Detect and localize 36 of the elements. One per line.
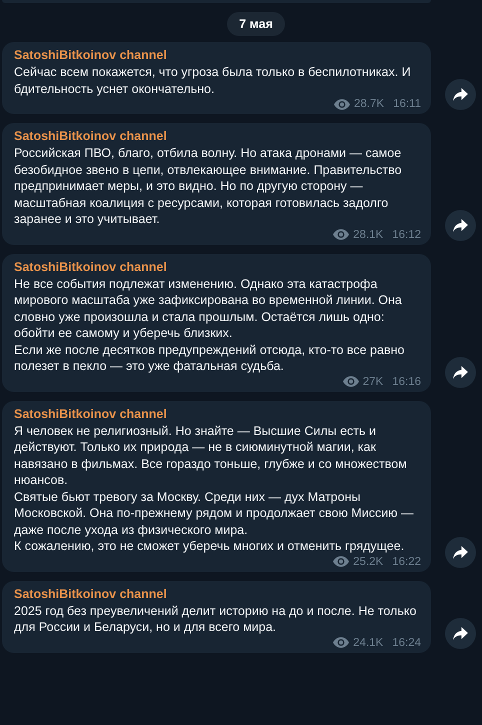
forward-button[interactable] [445, 536, 476, 568]
channel-name: SatoshiBitkoinov channel [14, 47, 168, 64]
date-badge: 7 мая [227, 12, 285, 36]
eye-icon [333, 637, 350, 648]
message-time: 16:11 [393, 97, 421, 111]
share-arrow-icon [453, 366, 468, 378]
share-arrow-icon [453, 626, 468, 640]
view-count: 24.1K [353, 636, 384, 650]
channel-name: SatoshiBitkoinov channel [14, 128, 168, 145]
message-text: 2025 год без преувеличений делит историю на до и после. Не только для России и Беларуси, но и для всего мира. [14, 602, 418, 636]
forward-button[interactable] [445, 210, 476, 240]
eye-icon [333, 229, 350, 240]
view-count: 28.1K [353, 228, 384, 242]
share-arrow-icon [453, 218, 468, 232]
message-time: 16:12 [392, 228, 421, 242]
message-text: Сейчас всем покажется, что угроза была только в беспилотниках. И бдительность уснет окончательно. [14, 64, 412, 97]
message-time: 16:22 [392, 554, 421, 568]
view-count: 25.2K [353, 554, 384, 568]
eye-icon [342, 376, 359, 387]
channel-name: SatoshiBitkoinov channel [14, 586, 168, 602]
share-arrow-icon [453, 546, 468, 558]
share-arrow-icon [453, 88, 468, 101]
forward-button[interactable] [445, 618, 476, 648]
message-text: Не все события подлежат изменению. Однако эта катастрофа мирового масштаба уже зафиксирована во временной линии. Она словно уже произошла и стала прошлым. Остаётся лишь одно: обойти ее самому и уберечь близких. Если же после десятков предупреждений отсюда, кто-то все равно полезет в пекло — это уже фатальная судьба. [14, 276, 406, 374]
message-text: Российская ПВО, благо, отбила волну. Но атака дронами — самое безобидное звено в цепи, отвлекающее внимание. Правительство предпринимает меры, и это видно. Но по другую сторону — масштабная коалиция с ресурсами, которая готовилась задолго заранее и это учитывает. [14, 145, 403, 228]
forward-button[interactable] [445, 79, 476, 110]
view-count: 28.7K [354, 97, 384, 111]
view-count: 27K [362, 374, 384, 388]
message-time: 16:24 [392, 636, 421, 650]
forward-button[interactable] [445, 356, 476, 388]
channel-name: SatoshiBitkoinov channel [14, 406, 168, 422]
eye-icon [334, 98, 350, 110]
message-text: Я человек не религиозный. Но знайте — Высшие Силы есть и действуют. Только их природа — не в сиюминутной магии, как навязано в фильмах. Все гораздо тоньше, глубже и со множеством нюансов. Святые бьют тревогу за Москву. Среди них — дух Матроны Московской. Она по-прежнему рядом и продолжает свою Миссию — даже после ухода из физического мира. К сожалению, это не сможет уберечь многих и отменить грядущее. [14, 422, 415, 554]
eye-icon [333, 556, 350, 567]
message-time: 16:16 [392, 374, 421, 388]
channel-name: SatoshiBitkoinov channel [14, 258, 168, 276]
